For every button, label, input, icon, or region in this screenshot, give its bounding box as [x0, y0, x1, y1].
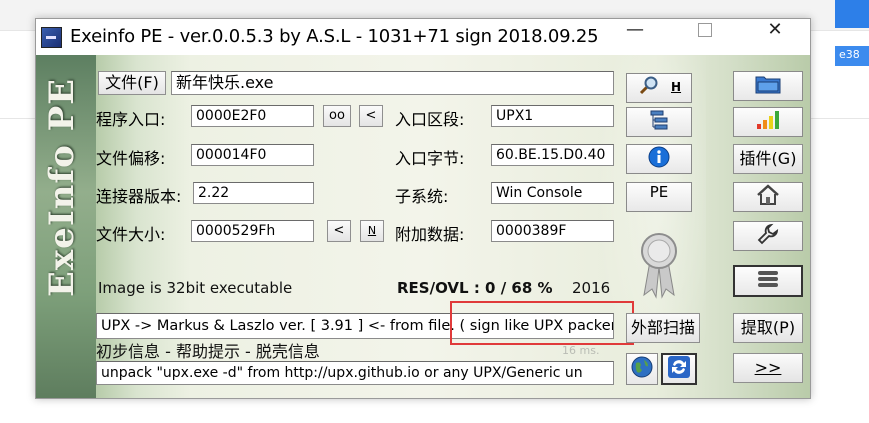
- maximize-icon: [698, 23, 712, 37]
- magnifier-icon: [638, 76, 660, 100]
- home-icon: [756, 184, 780, 210]
- entry-bytes-field[interactable]: 60.BE.15.D0.40: [491, 144, 614, 166]
- minimize-button[interactable]: —: [600, 19, 670, 55]
- unpack-hint-field[interactable]: unpack "upx.exe -d" from http://upx.gith…: [96, 361, 614, 385]
- linker-version-label: 连接器版本:: [96, 187, 182, 206]
- entry-point-prev-button[interactable]: <: [359, 105, 383, 127]
- hamburger-icon: [756, 269, 780, 293]
- overlay-field[interactable]: 0000389F: [491, 220, 614, 242]
- file-open-button[interactable]: 文件(F): [98, 71, 166, 95]
- subsystem-field[interactable]: Win Console: [491, 182, 614, 204]
- overlay-label: 附加数据:: [395, 225, 465, 244]
- file-name-field[interactable]: 新年快乐.exe: [171, 71, 614, 95]
- h-shortcut-label: H: [671, 80, 682, 94]
- timing-text: 16 ms.: [562, 344, 600, 357]
- hint-label: 初步信息 - 帮助提示 - 脱壳信息: [96, 342, 320, 361]
- entry-bytes-label: 入口字节:: [395, 149, 465, 168]
- file-offset-field[interactable]: 000014F0: [191, 144, 314, 166]
- linker-version-field[interactable]: 2.22: [193, 182, 314, 204]
- entry-point-label: 程序入口:: [96, 110, 166, 129]
- plugins-button[interactable]: 插件(G): [733, 144, 803, 174]
- tools-button[interactable]: [733, 221, 803, 251]
- close-button[interactable]: ✕: [740, 19, 810, 55]
- window-title: Exeinfo PE - ver.0.0.5.3 by A.S.L - 1031…: [70, 26, 599, 47]
- globe-icon: [631, 356, 653, 382]
- background-accent-2: e38: [835, 46, 869, 66]
- wrench-icon: [756, 222, 780, 250]
- exeinfo-window: Exeinfo PE - ver.0.0.5.3 by A.S.L - 1031…: [35, 18, 811, 399]
- scan-button[interactable]: H: [626, 73, 692, 103]
- rescan-button[interactable]: [661, 353, 697, 385]
- menu-button[interactable]: [733, 265, 803, 297]
- main-panel: ExeInfo PE 文件(F) 新年快乐.exe 程序入口: 0000E2F0…: [36, 55, 810, 398]
- entry-section-field[interactable]: UPX1: [491, 105, 614, 127]
- n-button[interactable]: N: [360, 220, 384, 242]
- year-text: 2016: [572, 279, 611, 297]
- maximize-button[interactable]: [670, 19, 740, 55]
- section-tree-button[interactable]: [626, 107, 692, 137]
- folder-icon: [755, 74, 781, 98]
- subsystem-label: 子系统:: [395, 187, 449, 206]
- file-size-field[interactable]: 0000529Fh: [191, 220, 314, 242]
- next-button[interactable]: >>: [733, 353, 803, 383]
- award-ribbon-icon: [638, 229, 680, 303]
- res-ovl-text: RES/OVL : 0 / 68 %: [397, 279, 553, 297]
- entry-section-label: 入口区段:: [395, 110, 465, 129]
- side-logo: ExeInfo PE: [42, 77, 82, 297]
- refresh-icon: [668, 356, 690, 382]
- file-offset-label: 文件偏移:: [96, 149, 166, 168]
- open-folder-button[interactable]: [733, 71, 803, 101]
- home-button[interactable]: [733, 182, 803, 212]
- signal-bars-icon: [755, 110, 781, 134]
- highlight-box: [450, 301, 634, 345]
- title-bar[interactable]: Exeinfo PE - ver.0.0.5.3 by A.S.L - 1031…: [36, 19, 810, 55]
- award-panel: [626, 221, 692, 309]
- image-type-text: Image is 32bit executable: [98, 279, 293, 297]
- tree-icon: [649, 109, 669, 135]
- close-icon: ✕: [767, 19, 783, 40]
- pe-button[interactable]: PE: [626, 182, 692, 212]
- entry-point-field[interactable]: 0000E2F0: [191, 105, 314, 127]
- background-accent: [835, 0, 869, 28]
- side-banner: ExeInfo PE: [36, 55, 96, 398]
- info-icon: [648, 146, 670, 172]
- external-scan-button[interactable]: 外部扫描: [626, 313, 700, 343]
- statistics-button[interactable]: [733, 107, 803, 137]
- extract-button[interactable]: 提取(P): [733, 313, 803, 343]
- web-button[interactable]: [626, 353, 658, 385]
- file-size-prev-button[interactable]: <: [327, 220, 351, 242]
- app-icon: [41, 27, 62, 48]
- file-size-label: 文件大小:: [96, 225, 166, 244]
- info-button[interactable]: [626, 144, 692, 174]
- minimize-icon: —: [626, 19, 644, 40]
- oo-button[interactable]: oo: [323, 105, 351, 127]
